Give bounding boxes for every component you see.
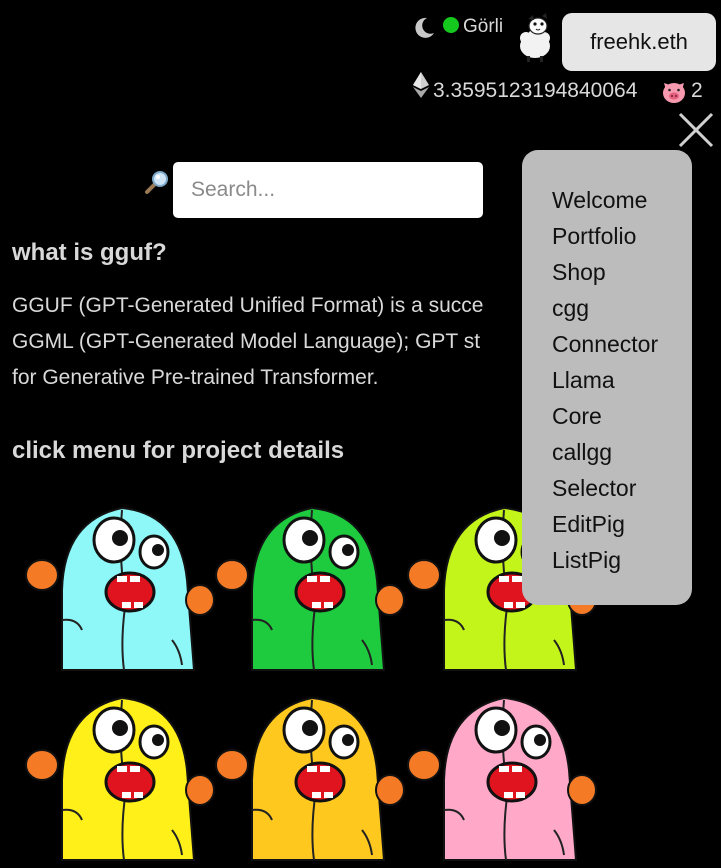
gguf-heading: what is gguf? xyxy=(12,239,167,266)
pig-gallery-item[interactable] xyxy=(212,500,412,678)
menu-item-portfolio[interactable]: Portfolio xyxy=(552,218,692,254)
ethereum-icon xyxy=(413,72,429,98)
menu-item-shop[interactable]: Shop xyxy=(552,254,692,290)
menu-item-welcome[interactable]: Welcome xyxy=(552,182,692,218)
nav-menu: Welcome Portfolio Shop cgg Connector Llama Cor… xyxy=(522,150,692,605)
sheep-avatar-icon xyxy=(520,13,550,62)
menu-item-llama[interactable]: Llama xyxy=(552,362,692,398)
close-icon[interactable] xyxy=(676,110,716,150)
account-button[interactable]: freehk.eth xyxy=(562,13,716,71)
menu-hint-heading: click menu for project details xyxy=(12,437,345,464)
menu-item-listpig[interactable]: ListPig xyxy=(552,542,692,578)
pig-face-icon xyxy=(663,83,685,103)
network-name[interactable]: Görli xyxy=(463,16,503,38)
search-input[interactable] xyxy=(173,162,483,218)
eth-balance: 3.3595123194840064 xyxy=(433,79,638,102)
magnifier-icon xyxy=(145,171,168,194)
menu-item-core[interactable]: Core xyxy=(552,398,692,434)
pig-gallery-item[interactable] xyxy=(404,690,604,868)
menu-item-editpig[interactable]: EditPig xyxy=(552,506,692,542)
description-line: GGML (GPT-Generated Model Language); GPT… xyxy=(12,330,481,353)
pig-count: 2 xyxy=(691,79,703,102)
pig-gallery-item[interactable] xyxy=(22,500,222,678)
pig-gallery-item[interactable] xyxy=(212,690,412,868)
menu-item-selector[interactable]: Selector xyxy=(552,470,692,506)
menu-item-connector[interactable]: Connector xyxy=(552,326,692,362)
menu-item-callgg[interactable]: callgg xyxy=(552,434,692,470)
page: Görli freehk.eth 3.3595123194840064 2 Se… xyxy=(0,0,721,868)
description-line: GGUF (GPT-Generated Unified Format) is a… xyxy=(12,294,484,317)
gguf-description: GGUF (GPT-Generated Unified Format) is a… xyxy=(12,288,532,396)
moon-icon[interactable] xyxy=(412,16,436,40)
network-status-dot xyxy=(443,17,459,33)
menu-item-cgg[interactable]: cgg xyxy=(552,290,692,326)
description-line: for Generative Pre-trained Transformer. xyxy=(12,366,379,389)
pig-gallery-item[interactable] xyxy=(22,690,222,868)
